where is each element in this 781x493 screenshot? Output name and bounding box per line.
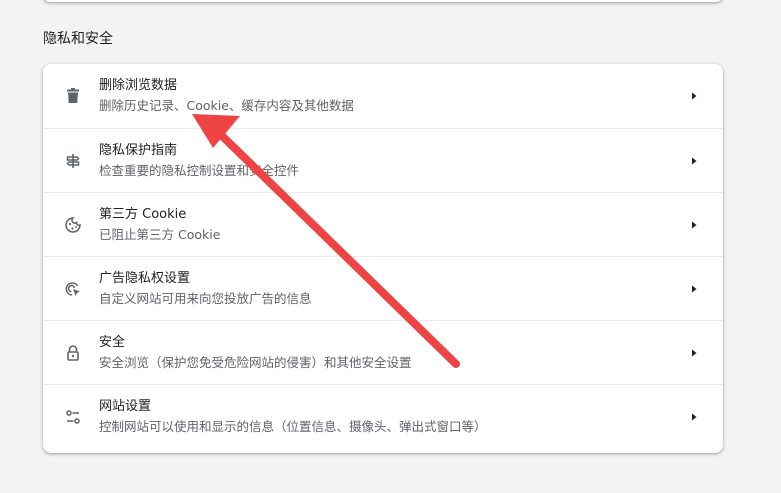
chevron-right-icon	[689, 156, 699, 166]
row-title: 第三方 Cookie	[99, 207, 187, 222]
privacy-security-card: 删除浏览数据 删除历史记录、Cookie、缓存内容及其他数据 隐私保护指南 检查…	[43, 64, 723, 453]
chevron-right-icon	[689, 220, 699, 230]
row-title: 隐私保护指南	[99, 143, 178, 158]
row-ad-privacy[interactable]: 广告隐私权设置 自定义网站可用来向您投放广告的信息	[43, 256, 723, 320]
row-title: 安全	[99, 335, 126, 350]
row-description: 已阻止第三方 Cookie	[99, 227, 221, 242]
privacy-guide-icon	[63, 151, 83, 171]
cookie-icon	[63, 215, 83, 235]
row-privacy-guide[interactable]: 隐私保护指南 检查重要的隐私控制设置和安全控件	[43, 128, 723, 192]
row-description: 安全浏览（保护您免受危险网站的侵害）和其他安全设置	[99, 355, 412, 370]
chevron-right-icon	[689, 284, 699, 294]
row-title: 网站设置	[99, 399, 152, 414]
section-title: 隐私和安全	[43, 31, 113, 47]
chevron-right-icon	[689, 412, 699, 422]
row-third-party-cookies[interactable]: 第三方 Cookie 已阻止第三方 Cookie	[43, 192, 723, 256]
trash-icon	[63, 86, 83, 106]
row-description: 自定义网站可用来向您投放广告的信息	[99, 291, 312, 306]
row-security[interactable]: 安全 安全浏览（保护您免受危险网站的侵害）和其他安全设置	[43, 320, 723, 384]
row-clear-browsing-data[interactable]: 删除浏览数据 删除历史记录、Cookie、缓存内容及其他数据	[43, 64, 723, 128]
row-site-settings[interactable]: 网站设置 控制网站可以使用和显示的信息（位置信息、摄像头、弹出式窗口等）	[43, 384, 723, 448]
row-title: 广告隐私权设置	[99, 271, 191, 286]
site-settings-icon	[63, 407, 83, 427]
chevron-right-icon	[689, 348, 699, 358]
chevron-right-icon	[689, 91, 699, 101]
previous-settings-card	[43, 0, 723, 2]
lock-icon	[63, 343, 83, 363]
ad-privacy-icon	[63, 279, 83, 299]
row-description: 控制网站可以使用和显示的信息（位置信息、摄像头、弹出式窗口等）	[99, 419, 487, 434]
row-description: 检查重要的隐私控制设置和安全控件	[99, 163, 300, 178]
row-description: 删除历史记录、Cookie、缓存内容及其他数据	[99, 98, 354, 113]
row-title: 删除浏览数据	[99, 78, 178, 93]
